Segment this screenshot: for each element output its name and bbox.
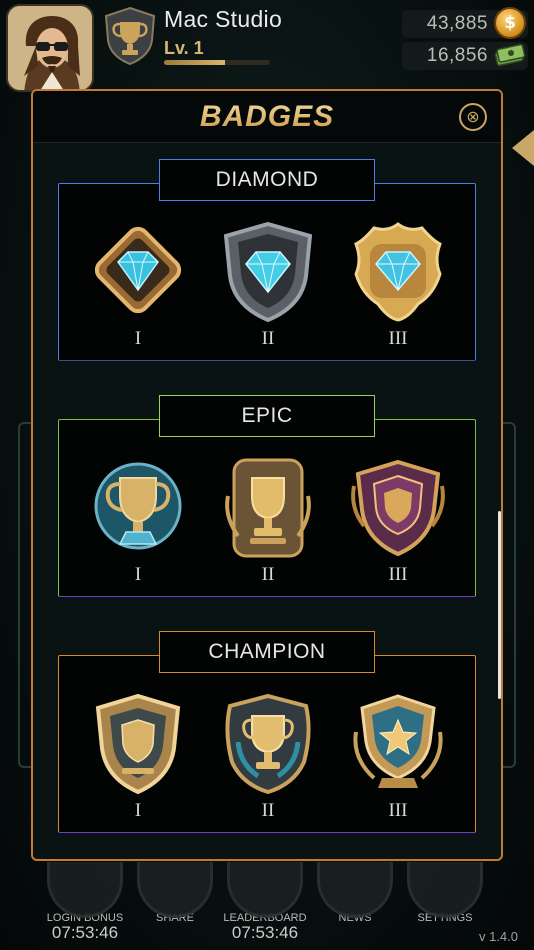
badge-champion-1[interactable]: I	[83, 692, 193, 822]
cash-stack-icon	[494, 42, 526, 67]
champion-cup-badge-icon	[225, 693, 311, 795]
coin-icon: $	[494, 7, 526, 39]
badge-tier-label: II	[261, 564, 275, 585]
coins-amount: 43,885	[426, 13, 488, 34]
badge-tier-label: I	[134, 564, 142, 585]
section-title: EPIC	[159, 395, 375, 437]
player-level: Lv. 1	[164, 38, 204, 58]
nav-timer: 07:53:46	[231, 923, 299, 942]
badge-champion-3[interactable]: III	[343, 692, 453, 822]
purple-shield-badge-icon	[351, 459, 445, 557]
modal-scrollbar[interactable]	[498, 511, 501, 699]
badges-modal: BADGES ⊗ DIAMOND I II III EPIC I II III …	[31, 89, 503, 861]
xp-progress-fill	[164, 60, 226, 65]
coins-balance[interactable]: 43,885 $	[402, 7, 528, 39]
gold-trophy-badge-icon	[225, 458, 311, 558]
badge-tier-label: I	[134, 328, 142, 349]
diamond-shield-badge-icon	[223, 221, 313, 323]
version-label: v 1.4.0	[478, 929, 518, 944]
badge-tier-label: II	[261, 328, 275, 349]
star-shield-badge-icon	[353, 694, 443, 788]
badge-epic-2[interactable]: II	[213, 456, 323, 586]
player-avatar[interactable]	[6, 4, 94, 92]
badge-diamond-1[interactable]: I	[83, 220, 193, 350]
player-name: Mac Studio	[164, 6, 283, 32]
badge-tier-label: II	[261, 800, 275, 821]
badge-epic-1[interactable]: I	[83, 456, 193, 586]
side-arrow-icon[interactable]	[512, 130, 534, 166]
close-button[interactable]: ⊗	[459, 103, 487, 131]
avatar-portrait-icon	[8, 6, 92, 90]
modal-header: BADGES ⊗	[33, 91, 501, 143]
section-diamond: DIAMOND I II III	[58, 159, 476, 361]
diamond-tier-1-badge-icon	[94, 226, 182, 314]
cash-amount: 16,856	[426, 45, 488, 66]
section-epic: EPIC I II III	[58, 395, 476, 597]
xp-progress-bar	[164, 60, 270, 65]
badge-tier-label: I	[134, 800, 142, 821]
nav-settings[interactable]: SETTINGS	[390, 862, 500, 924]
modal-title: BADGES	[33, 100, 501, 134]
level-trophy-icon	[102, 6, 158, 66]
nav-timer: 07:53:46	[51, 923, 119, 942]
badge-champion-2[interactable]: II	[213, 692, 323, 822]
podium-icon	[227, 862, 303, 918]
diamond-gold-badge-icon	[354, 222, 442, 322]
gold-shield-badge-icon	[95, 693, 181, 795]
newspaper-icon	[317, 862, 393, 918]
share-icon	[137, 862, 213, 918]
badge-epic-3[interactable]: III	[343, 456, 453, 586]
section-champion: CHAMPION I II III	[58, 631, 476, 833]
cash-balance[interactable]: 16,856	[402, 42, 528, 70]
section-title: DIAMOND	[159, 159, 375, 201]
badge-diamond-2[interactable]: II	[213, 220, 323, 350]
badge-tier-label: III	[388, 564, 408, 585]
top-bar: Mac Studio Lv. 1 43,885 $ 16,856	[0, 0, 534, 96]
bottom-navigation: LOGIN BONUS 07:53:46 SHARE LEADERBOARD 0…	[0, 862, 534, 950]
badge-diamond-3[interactable]: III	[343, 220, 453, 350]
badge-tier-label: III	[388, 800, 408, 821]
gift-icon	[47, 862, 123, 918]
section-title: CHAMPION	[159, 631, 375, 673]
blue-trophy-badge-icon	[94, 462, 182, 550]
gear-icon	[407, 862, 483, 918]
badge-tier-label: III	[388, 328, 408, 349]
